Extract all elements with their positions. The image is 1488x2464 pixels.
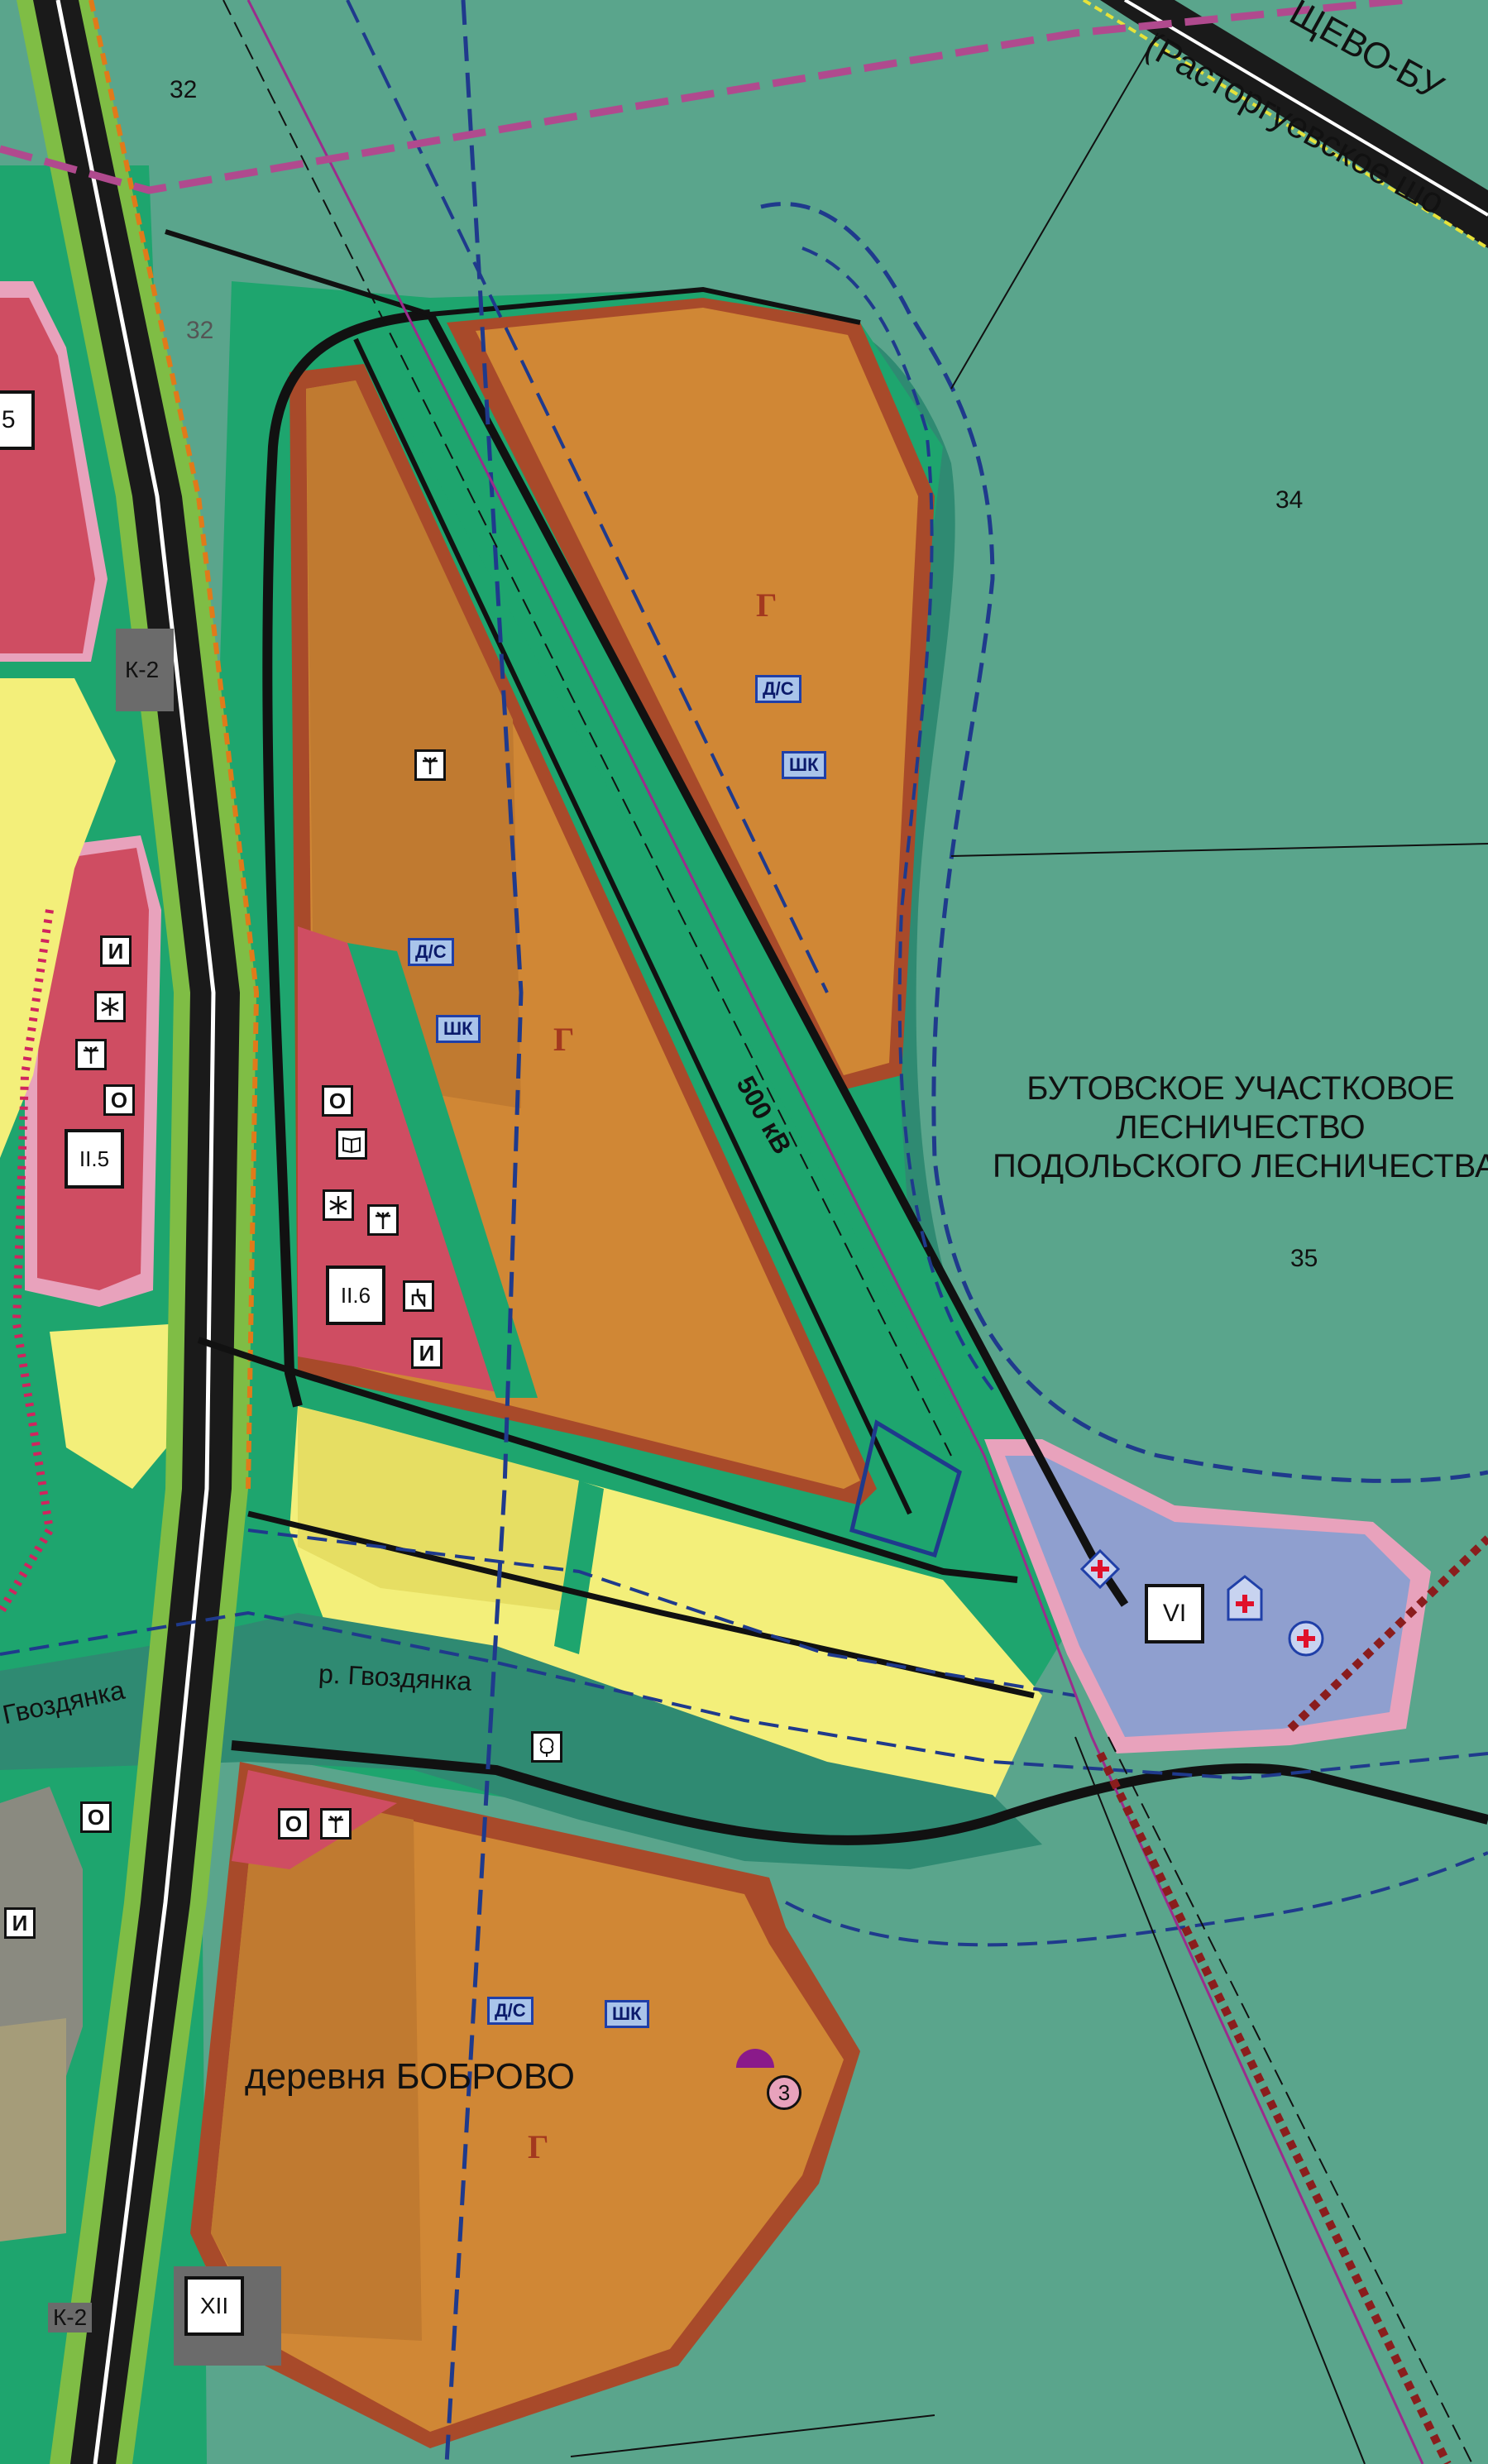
river-name: р. Гвоздянка: [318, 1658, 473, 1696]
symbol-o-left: О: [103, 1084, 135, 1116]
tower-icon: [75, 1039, 107, 1070]
river-name-left: Гвоздянка: [0, 1674, 127, 1730]
zone-letter-bottom: Г: [528, 2128, 549, 2165]
tower-icon: [320, 1808, 352, 1840]
monument-badge: 3: [767, 2075, 801, 2110]
block-ii5: II.5: [65, 1129, 124, 1189]
forest-quarter-35: 35: [1290, 1245, 1318, 1272]
zone-code-k2-bottom: К-2: [48, 2303, 93, 2332]
book-icon: [336, 1128, 367, 1160]
symbol-i-left: И: [100, 935, 132, 967]
zone-letter-middle: Г: [553, 1021, 575, 1058]
chip-kindergarten-top: Д/С: [755, 675, 801, 703]
highway-name: ЩЕВО-БУ: [1283, 0, 1450, 109]
forest-quarter-32: 32: [170, 76, 198, 103]
map-labels: 32 32 34 35 БУТОВСКОЕ УЧАСТКОВОЕ ЛЕСНИЧЕ…: [0, 0, 1488, 2464]
shop-icon: [403, 1280, 434, 1312]
chip-school-bottom: ШК: [605, 2000, 649, 2028]
zone-letter-top-right: Г: [756, 586, 777, 624]
star-icon: [323, 1189, 354, 1221]
symbol-i-bottom-left: И: [4, 1907, 36, 1939]
forestry-title: БУТОВСКОЕ УЧАСТКОВОЕ ЛЕСНИЧЕСТВО ПОДОЛЬС…: [993, 1069, 1488, 1186]
symbol-o-bottom-left: О: [80, 1801, 112, 1833]
tower-icon: [367, 1204, 399, 1236]
forestry-title-line1: БУТОВСКОЕ УЧАСТКОВОЕ: [1026, 1070, 1455, 1107]
chip-kindergarten-bottom: Д/С: [487, 1997, 533, 2025]
star-icon: [94, 991, 126, 1022]
block-ii5-edge: .5: [0, 390, 35, 450]
chip-school-top: ШК: [782, 751, 826, 779]
tree-icon: [531, 1731, 562, 1763]
symbol-o-bottom: О: [278, 1808, 309, 1840]
forest-quarter-34: 34: [1275, 486, 1304, 514]
church-icon: [1226, 1575, 1264, 1621]
tower-icon: [414, 749, 446, 781]
dome-icon: [734, 2045, 776, 2069]
block-ii6: II.6: [326, 1265, 385, 1325]
forestry-title-line3: ПОДОЛЬСКОГО ЛЕСНИЧЕСТВА: [993, 1148, 1488, 1184]
forest-quarter-32-faded: 32: [186, 317, 214, 344]
zone-code-k2-top: К-2: [120, 655, 165, 685]
symbol-i-mid: И: [411, 1337, 443, 1369]
village-name: деревня БОБРОВО: [245, 2056, 576, 2097]
chip-school-mid: ШК: [436, 1015, 481, 1043]
chip-kindergarten-mid: Д/С: [408, 938, 454, 966]
block-xii: XII: [184, 2276, 244, 2336]
cross-icon: [1080, 1549, 1120, 1589]
powerline-label: 500 кВ: [730, 1071, 798, 1160]
cross-icon: [1287, 1620, 1325, 1658]
symbol-o-mid: О: [322, 1085, 353, 1117]
block-vi: VI: [1145, 1584, 1204, 1643]
forestry-title-line2: ЛЕСНИЧЕСТВО: [1116, 1109, 1366, 1146]
